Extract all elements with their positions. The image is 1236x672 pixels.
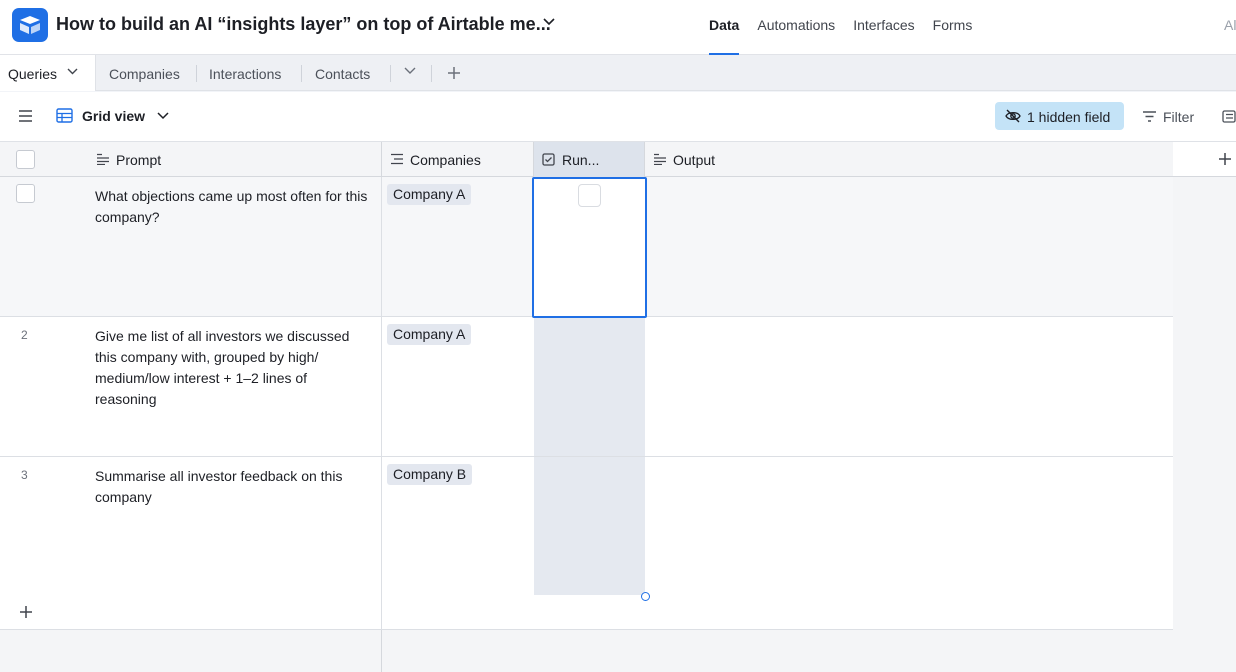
top-bar: How to build an AI “insights layer” on t… <box>0 0 1236 55</box>
menu-icon[interactable] <box>18 110 33 122</box>
run-cell[interactable] <box>534 457 645 596</box>
row-number-cell: 3 <box>0 457 88 596</box>
column-label-prompt: Prompt <box>116 152 162 168</box>
filter-label: Filter <box>1163 109 1195 125</box>
tab-divider <box>196 65 197 82</box>
view-bar: Grid view 1 hidden field Filter <box>0 92 1236 142</box>
row-number-cell: 2 <box>0 317 88 456</box>
table-row[interactable]: 2 Give me list of all investors we discu… <box>0 317 1173 457</box>
run-cell[interactable] <box>534 317 645 456</box>
checkbox-field-icon <box>542 153 555 166</box>
long-text-icon <box>654 153 666 165</box>
group-icon[interactable] <box>1222 110 1236 123</box>
prompt-text: Give me list of all investors we discuss… <box>95 328 350 407</box>
row-number-cell <box>0 177 88 316</box>
top-right-label[interactable]: Al <box>1224 17 1236 33</box>
tab-companies[interactable]: Companies <box>109 55 180 91</box>
nav-forms[interactable]: Forms <box>933 0 973 55</box>
company-chip[interactable]: Company A <box>387 324 472 345</box>
column-label-companies: Companies <box>410 152 481 168</box>
tab-divider <box>431 65 432 82</box>
column-label-output: Output <box>673 152 716 168</box>
row-number-header <box>0 142 88 177</box>
grid-view-icon <box>56 108 73 123</box>
company-chip[interactable]: Company A <box>387 184 472 205</box>
companies-cell[interactable]: Company A <box>382 317 534 456</box>
chevron-down-icon[interactable] <box>157 112 169 120</box>
chevron-down-icon[interactable] <box>404 67 416 75</box>
prompt-cell[interactable]: Summarise all investor feedback on this … <box>88 457 382 596</box>
column-header-prompt[interactable]: Prompt <box>88 142 382 177</box>
frozen-column-divider <box>381 630 382 672</box>
run-checkbox[interactable] <box>578 184 601 207</box>
column-header-output[interactable]: Output <box>645 142 1173 177</box>
tab-interactions[interactable]: Interactions <box>209 55 281 91</box>
add-record-row[interactable] <box>0 595 1173 630</box>
prompt-cell[interactable]: What objections came up most often for t… <box>88 177 382 316</box>
prompt-text: Summarise all investor feedback on this … <box>95 468 343 505</box>
linked-record-icon <box>391 153 403 165</box>
prompt-text: What objections came up most often for t… <box>95 188 368 225</box>
view-name[interactable]: Grid view <box>82 108 145 124</box>
plus-icon <box>20 606 32 618</box>
select-all-checkbox[interactable] <box>16 150 35 169</box>
top-nav: Data Automations Interfaces Forms <box>709 0 990 55</box>
tab-divider <box>390 65 391 82</box>
nav-interfaces[interactable]: Interfaces <box>853 0 914 55</box>
column-header-row: Prompt Companies Run... Output <box>0 142 1173 177</box>
airtable-logo-icon[interactable] <box>12 8 48 42</box>
long-text-icon <box>97 153 109 165</box>
nav-automations[interactable]: Automations <box>757 0 835 55</box>
column-label-run: Run... <box>562 152 600 168</box>
companies-cell[interactable]: Company B <box>382 457 534 596</box>
prompt-cell[interactable]: Give me list of all investors we discuss… <box>88 317 382 456</box>
output-cell[interactable] <box>645 457 1173 596</box>
fill-handle[interactable] <box>641 592 650 601</box>
column-header-run[interactable]: Run... <box>534 142 645 177</box>
chevron-down-icon[interactable] <box>543 18 555 26</box>
row-checkbox[interactable] <box>16 184 35 203</box>
plus-icon <box>1219 153 1231 165</box>
tab-queries-label: Queries <box>8 66 58 82</box>
table-row[interactable]: 3 Summarise all investor feedback on thi… <box>0 457 1173 597</box>
tab-divider <box>301 65 302 82</box>
hidden-fields-label: 1 hidden field <box>1027 109 1111 125</box>
companies-cell[interactable]: Company A <box>382 177 534 316</box>
eye-slash-icon <box>1005 109 1021 123</box>
base-title[interactable]: How to build an AI “insights layer” on t… <box>56 14 551 35</box>
hidden-fields-button[interactable]: 1 hidden field <box>995 102 1124 130</box>
add-field-button[interactable] <box>1173 142 1236 177</box>
frozen-column-divider <box>381 595 382 630</box>
tab-contacts[interactable]: Contacts <box>315 55 370 91</box>
nav-data[interactable]: Data <box>709 0 740 55</box>
add-table-icon[interactable] <box>447 66 461 80</box>
output-cell[interactable] <box>645 177 1173 316</box>
output-cell[interactable] <box>645 317 1173 456</box>
column-header-companies[interactable]: Companies <box>382 142 534 177</box>
chevron-down-icon[interactable] <box>67 68 78 75</box>
row-number: 2 <box>21 328 28 342</box>
tab-queries[interactable]: Queries <box>0 55 96 91</box>
row-number: 3 <box>21 468 28 482</box>
filter-icon <box>1143 111 1156 122</box>
table-tabs: Queries Companies Interactions Contacts <box>0 55 1236 91</box>
active-run-cell[interactable] <box>532 177 647 318</box>
company-chip[interactable]: Company B <box>387 464 473 485</box>
